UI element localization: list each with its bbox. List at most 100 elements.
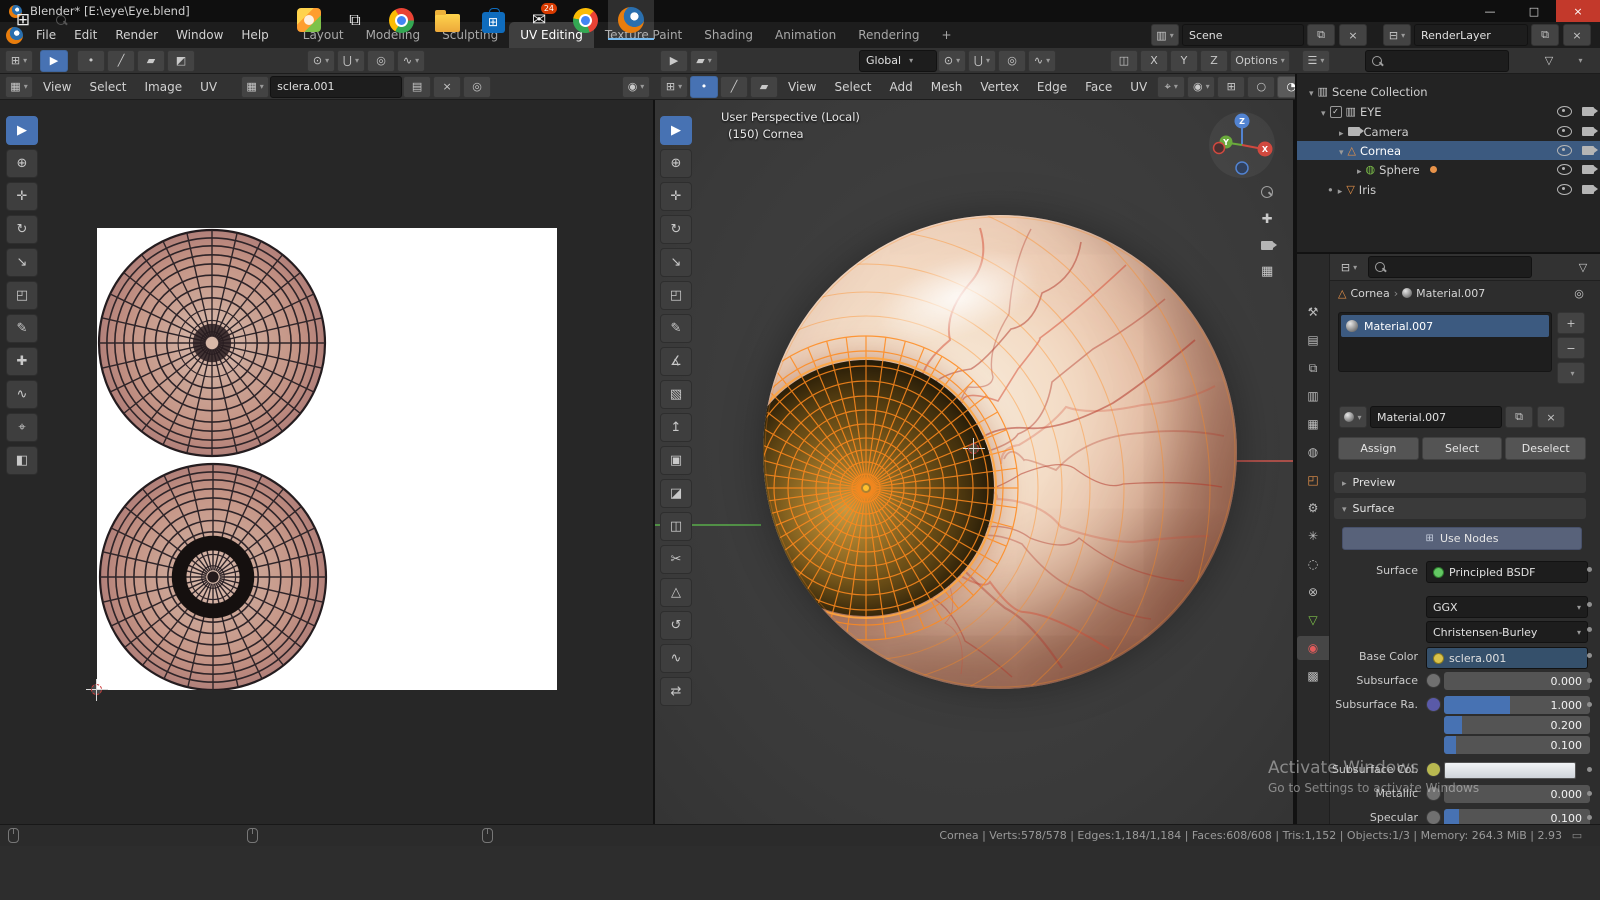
- hide-viewport-icon[interactable]: [1557, 184, 1572, 195]
- uv-overlays-dropdown[interactable]: ◉: [622, 75, 650, 98]
- menu-help[interactable]: Help: [232, 22, 277, 48]
- transform-tool[interactable]: ◰: [660, 281, 692, 310]
- scale-tool[interactable]: ↘: [660, 248, 692, 277]
- outliner-row-cornea[interactable]: △ Cornea: [1297, 141, 1600, 160]
- properties-editor-type-button[interactable]: ⊟: [1335, 256, 1363, 278]
- uv-selectmode-face[interactable]: ▰: [137, 49, 165, 72]
- menu-render[interactable]: Render: [106, 22, 167, 48]
- uv-editor-type-button[interactable]: ▦: [5, 75, 33, 98]
- uv-menu-uv[interactable]: UV: [191, 74, 226, 100]
- close-button[interactable]: ×: [1556, 0, 1600, 22]
- loop-cut-tool[interactable]: ◫: [660, 512, 692, 541]
- outliner-row-scene-collection[interactable]: ▥ Scene Collection: [1297, 82, 1600, 101]
- scene-unlink-button[interactable]: [1339, 24, 1367, 46]
- rotate-tool[interactable]: ↻: [6, 215, 38, 244]
- material-slot-list[interactable]: Material.007: [1338, 312, 1552, 372]
- animate-dot[interactable]: [1587, 815, 1592, 820]
- vp-menu-select[interactable]: Select: [825, 74, 880, 100]
- disable-render-icon[interactable]: [1582, 146, 1598, 155]
- properties-tab-scene[interactable]: ▦: [1297, 412, 1329, 436]
- properties-tab-object[interactable]: ◰: [1297, 468, 1329, 492]
- ssr-value-0[interactable]: 1.000: [1444, 696, 1590, 714]
- start-button[interactable]: ⊞: [0, 0, 46, 40]
- photos-app-icon[interactable]: [286, 0, 332, 40]
- uv-active-tool-icon[interactable]: ▶: [40, 49, 68, 72]
- animate-dot[interactable]: [1587, 567, 1592, 572]
- socket-button[interactable]: [1426, 810, 1441, 825]
- viewlayer-selector[interactable]: RenderLayer: [1414, 24, 1528, 46]
- overlays-dropdown[interactable]: ◉: [1187, 75, 1216, 98]
- bevel-tool[interactable]: ◪: [660, 479, 692, 508]
- viewport-camera-icon[interactable]: [1261, 241, 1278, 250]
- deselect-button[interactable]: Deselect: [1505, 437, 1587, 460]
- viewlayer-browse-button[interactable]: ⊟: [1383, 24, 1411, 46]
- workspace-tab-shading[interactable]: Shading: [693, 22, 764, 48]
- viewport-canvas[interactable]: User Perspective (Local) (150) Cornea ▶ ⊕…: [655, 100, 1295, 824]
- tweak-select-tool[interactable]: ▶: [6, 116, 38, 145]
- outliner-editor-type-button[interactable]: ☰: [1302, 49, 1330, 72]
- expand-icon[interactable]: [1339, 125, 1344, 139]
- mirror-icon[interactable]: ◫: [1110, 49, 1138, 72]
- gizmos-dropdown[interactable]: ⌖: [1157, 75, 1186, 98]
- scene-browse-button[interactable]: ▥: [1151, 24, 1179, 46]
- vp-menu-add[interactable]: Add: [881, 74, 922, 100]
- annotate-tool[interactable]: ✎: [6, 314, 38, 343]
- uv-select-mode-dropdown[interactable]: ⊞: [5, 49, 33, 72]
- expand-icon[interactable]: [1357, 163, 1362, 177]
- vp-menu-vertex[interactable]: Vertex: [971, 74, 1028, 100]
- viewlayer-copy-button[interactable]: ⧉: [1531, 24, 1559, 46]
- hide-viewport-icon[interactable]: [1557, 126, 1572, 137]
- vp-menu-edge[interactable]: Edge: [1028, 74, 1076, 100]
- smooth-tool[interactable]: ∿: [660, 644, 692, 673]
- scale-tool[interactable]: ↘: [6, 248, 38, 277]
- scene-copy-button[interactable]: ⧉: [1307, 24, 1335, 46]
- distribution-dropdown[interactable]: GGX: [1426, 596, 1588, 618]
- expand-icon[interactable]: [1339, 144, 1344, 158]
- uv-menu-view[interactable]: View: [34, 74, 80, 100]
- properties-tab-physics[interactable]: ◌: [1297, 552, 1329, 576]
- viewport-zoom-icon[interactable]: [1261, 186, 1274, 198]
- mirror-z-toggle[interactable]: Z: [1200, 49, 1228, 72]
- workspace-tab-animation[interactable]: Animation: [764, 22, 847, 48]
- blender-taskbar-icon[interactable]: [608, 0, 654, 40]
- subsurface-value[interactable]: 0.000: [1444, 672, 1590, 690]
- viewlayer-remove-button[interactable]: [1563, 24, 1591, 46]
- properties-tab-material[interactable]: ◉: [1297, 636, 1329, 660]
- viewport-ortho-icon[interactable]: ▦: [1261, 264, 1273, 279]
- uv-selectmode-edge[interactable]: ╱: [107, 49, 135, 72]
- vp-menu-face[interactable]: Face: [1076, 74, 1121, 100]
- properties-tab-view-layer[interactable]: ▥: [1297, 384, 1329, 408]
- vp-editor-type-button[interactable]: ⊞: [660, 75, 688, 98]
- menu-window[interactable]: Window: [167, 22, 232, 48]
- vp-active-tool-icon[interactable]: ▶: [660, 49, 688, 72]
- uv-menu-image[interactable]: Image: [136, 74, 192, 100]
- surface-shader-dropdown[interactable]: Principled BSDF: [1426, 561, 1588, 583]
- outliner-row-sphere[interactable]: ◍ Sphere: [1297, 160, 1600, 179]
- assign-button[interactable]: Assign: [1338, 437, 1419, 460]
- properties-tab-modifiers[interactable]: ⚙: [1297, 496, 1329, 520]
- hide-viewport-icon[interactable]: [1557, 145, 1572, 156]
- remove-slot-button[interactable]: [1557, 337, 1585, 359]
- outliner-search-field[interactable]: [1365, 49, 1509, 72]
- properties-tab-constraints[interactable]: ⊗: [1297, 580, 1329, 604]
- expand-icon[interactable]: [1309, 85, 1314, 99]
- base-color-texture-field[interactable]: sclera.001: [1426, 647, 1588, 669]
- uv-falloff-dropdown[interactable]: ∿: [397, 49, 425, 72]
- animate-dot[interactable]: [1587, 653, 1592, 658]
- relax-tool[interactable]: ∿: [6, 380, 38, 409]
- properties-tab-particles[interactable]: ✳: [1297, 524, 1329, 548]
- hide-viewport-icon[interactable]: [1557, 106, 1572, 117]
- ssr-value-1[interactable]: 0.200: [1444, 716, 1590, 734]
- sss-method-dropdown[interactable]: Christensen-Burley: [1426, 621, 1588, 643]
- ssr-value-2[interactable]: 0.100: [1444, 736, 1590, 754]
- collection-checkbox[interactable]: [1329, 105, 1342, 118]
- material-name-field[interactable]: Material.007: [1370, 406, 1502, 428]
- uv-selectmode-vertex[interactable]: •: [77, 49, 105, 72]
- transform-orientation-dropdown[interactable]: Global: [859, 49, 937, 72]
- uv-pivot-dropdown[interactable]: ⊙: [307, 49, 335, 72]
- browse-material-button[interactable]: [1339, 406, 1367, 428]
- add-workspace-button[interactable]: +: [930, 22, 962, 48]
- image-name-field[interactable]: sclera.001: [270, 75, 403, 98]
- extrude-region-tool[interactable]: ↥: [660, 413, 692, 442]
- animate-dot[interactable]: [1587, 767, 1592, 772]
